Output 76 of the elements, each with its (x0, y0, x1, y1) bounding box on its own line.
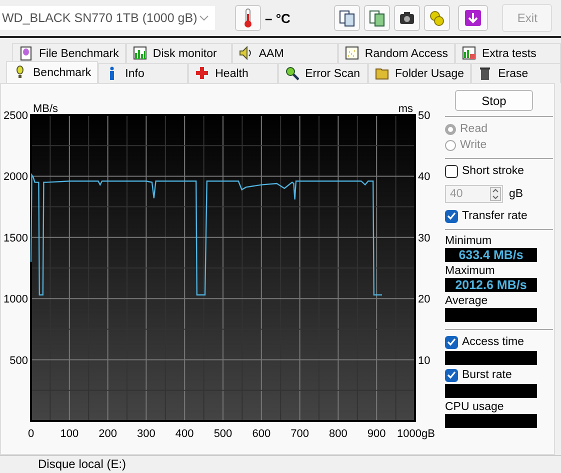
tab[interactable]: Health (188, 63, 278, 83)
magnifier-icon (285, 66, 300, 81)
checkbox[interactable] (445, 164, 458, 178)
checkbox-label: Transfer rate (462, 210, 528, 222)
thermometer-button[interactable] (235, 5, 261, 31)
drive-select[interactable]: WD_BLACK SN770 1TB (1000 gB) (0, 6, 215, 30)
tab[interactable]: Erase (471, 63, 561, 83)
x-axis-label: 900 (367, 428, 386, 440)
scatter-icon (344, 46, 359, 61)
speaker-icon (238, 46, 253, 61)
reading-display: 633.4 MB/s (445, 248, 537, 262)
tab[interactable]: Error Scan (278, 63, 368, 83)
folder-icon (375, 66, 390, 81)
x-axis-label: 1000gB (397, 428, 435, 440)
y-axis-label: 10 (418, 354, 430, 367)
cross-icon (195, 66, 210, 81)
y-axis-label: 2000 (4, 171, 28, 184)
y-axis-label: 1500 (4, 232, 28, 244)
temperature-reading: – °C (265, 10, 290, 26)
axis-unit: MB/s (33, 103, 58, 115)
dropdown-caret-icon (199, 15, 209, 21)
reading-label: Maximum (445, 265, 496, 277)
screenshot-button[interactable] (394, 5, 420, 31)
copy-icon (368, 9, 386, 27)
bar-chart-icon (132, 46, 147, 61)
y-axis-label: 40 (418, 171, 430, 184)
coins-icon (428, 9, 446, 27)
y-axis-label: 1000 (4, 294, 28, 306)
tab[interactable]: Info (98, 63, 188, 83)
reading-display: 2012.6 MB/s (445, 278, 537, 292)
radio-label: Write (460, 139, 487, 151)
save-button[interactable] (424, 5, 450, 31)
tab[interactable]: Extra tests (455, 43, 561, 63)
y-axis-label: 50 (418, 110, 430, 122)
unit-label: gB (509, 188, 524, 200)
checkbox-label: Burst rate (462, 369, 512, 381)
tab[interactable]: Benchmark (6, 61, 98, 83)
axis-unit: ms (398, 103, 413, 115)
x-axis-label: 600 (252, 428, 271, 440)
chart-grid-icon (462, 46, 476, 61)
tab[interactable]: Random Access (338, 43, 455, 63)
y-axis-label: 20 (418, 294, 430, 306)
x-axis-label: 200 (98, 428, 117, 440)
checkbox[interactable] (445, 210, 458, 222)
reading-label: Average (445, 295, 489, 307)
tab[interactable]: File Benchmark (12, 43, 126, 63)
drive-item[interactable]: Disque local (E:) (38, 456, 126, 472)
x-axis-label: 500 (214, 428, 232, 440)
x-axis-label: 700 (290, 428, 309, 440)
download-button[interactable] (458, 5, 488, 31)
stop-button[interactable]: Stop (455, 90, 533, 111)
checkbox-label: Access time (462, 336, 524, 348)
copy-image-button[interactable] (364, 5, 390, 31)
tab[interactable]: Disk monitor (126, 43, 232, 63)
y-axis-label: 500 (10, 354, 28, 367)
y-axis-label: 30 (418, 232, 430, 244)
thermometer-icon (242, 8, 254, 28)
checkbox-label: Short stroke (462, 165, 524, 177)
document-icon (19, 46, 33, 61)
x-axis-label: 300 (137, 428, 156, 440)
copy-icon (338, 9, 356, 27)
x-axis-label: 400 (175, 428, 194, 440)
checkbox[interactable] (445, 336, 458, 348)
copy-text-button[interactable] (334, 5, 360, 31)
camera-icon (398, 9, 416, 27)
x-axis-label: 800 (329, 428, 348, 440)
checkbox[interactable] (445, 368, 458, 382)
y-axis-label: 2500 (4, 110, 28, 122)
tab[interactable]: Folder Usage (368, 63, 472, 83)
tab[interactable]: AAM (232, 43, 338, 63)
radio-label: Read (460, 123, 488, 135)
x-axis-label: 0 (28, 428, 34, 440)
reading-label: CPU usage (445, 401, 505, 413)
x-axis-label: 100 (60, 428, 79, 440)
reading-label: Minimum (445, 235, 493, 247)
trash-icon (478, 66, 492, 81)
